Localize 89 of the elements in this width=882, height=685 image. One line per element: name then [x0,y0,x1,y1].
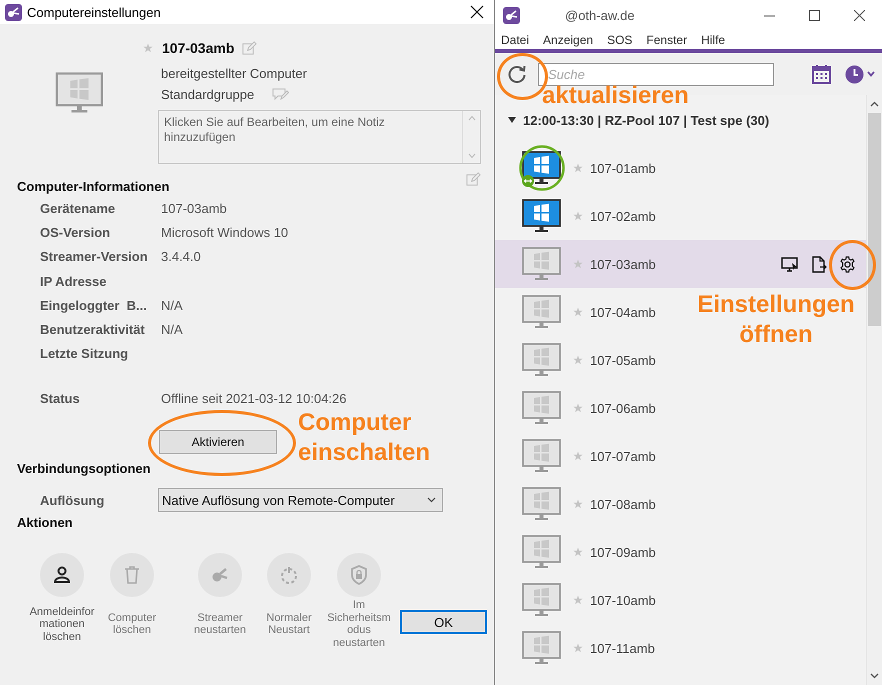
computer-name[interactable]: 107-11amb [590,640,655,656]
field-value: 107-03amb [161,200,227,216]
scrollbar[interactable] [866,95,882,685]
action-label: Normaler Neustart [266,610,312,638]
computer-name[interactable]: 107-01amb [590,160,656,176]
highlight-ellipse [829,240,876,290]
star-icon[interactable] [573,355,583,365]
edit-icon[interactable] [242,40,258,56]
star-icon[interactable] [573,451,583,461]
field-label: Eingeloggter B... [40,298,148,313]
field-label: Benutzeraktivität [40,322,146,338]
chevron-down-icon [427,497,436,504]
menu-item[interactable]: Fenster [646,32,694,46]
file-transfer-icon[interactable] [810,256,827,272]
section-heading: Aktionen [17,514,73,530]
remote-screen-icon[interactable] [781,256,798,272]
field-label: OS-Version [40,224,112,240]
activate-button[interactable]: Aktivieren [159,430,277,454]
star-icon[interactable] [573,163,583,173]
settings-icon[interactable] [839,256,856,272]
computer-name[interactable]: 107-02amb [590,208,656,224]
monitor-icon [519,145,565,191]
annotation-text: Einstellungen öffnen [696,290,856,350]
app-icon [503,6,520,24]
refresh-icon[interactable] [507,64,527,84]
section-heading: Verbindungsoptionen [17,460,151,476]
field-value: Offline seit 2021-03-12 10:04:26 [161,390,347,406]
ok-button[interactable]: OK [400,610,487,634]
collapse-triangle-icon[interactable] [508,116,516,124]
computer-name: 107-03amb [162,40,234,56]
field-label: Streamer-Version [40,249,149,264]
scroll-up-icon[interactable] [870,101,879,107]
star-icon[interactable] [573,211,583,221]
field-value: Microsoft Windows 10 [161,224,288,240]
chevron-down-icon[interactable] [867,71,875,77]
star-icon[interactable] [573,547,583,557]
star-icon[interactable] [573,259,583,269]
star-icon[interactable] [143,43,153,53]
star-icon[interactable] [573,643,583,653]
computer-name[interactable]: 107-05amb [590,352,656,368]
close-icon[interactable] [470,5,484,19]
menu-item[interactable]: Datei [501,32,536,46]
menu-item[interactable]: Anzeigen [543,32,600,46]
close-icon[interactable] [854,10,865,20]
clock-icon[interactable] [845,64,864,84]
resolution-dropdown[interactable]: Native Auflösung von Remote-Computer [158,488,443,512]
field-label: IP Adresse [40,274,108,289]
comment-edit-icon[interactable] [272,88,290,100]
computer-name[interactable]: 107-08amb [590,496,656,512]
computer-name[interactable]: 107-04amb [590,304,656,320]
search-field[interactable]: Suche [538,62,774,86]
menu-item[interactable]: SOS [607,32,640,46]
group-heading[interactable]: 12:00-13:30 | RZ-Pool 107 | Test spe (30) [523,112,770,128]
scroll-down-icon[interactable] [870,673,879,679]
star-icon[interactable] [573,403,583,413]
star-icon[interactable] [573,595,583,605]
star-icon[interactable] [573,307,583,317]
action-button[interactable] [40,553,84,598]
field-label: Gerätename [40,200,116,216]
field-value: N/A [161,322,183,338]
field-label: Letzte Sitzung [40,346,130,362]
field-value: 3.4.4.0 [161,249,201,264]
computer-name[interactable]: 107-06amb [590,400,656,416]
edit-icon[interactable] [466,172,481,187]
annotation-text: Computer einschalten [298,408,430,468]
window-title: Computereinstellungen [27,4,162,20]
app-icon [5,4,22,20]
window-title: @oth-aw.de [565,8,636,22]
computer-name[interactable]: 107-07amb [590,448,656,464]
computer-name: 107-03amb [590,256,656,272]
maximize-icon[interactable] [809,10,820,20]
shield-lock-icon [348,564,370,586]
section-heading: Computer-Informationen [17,178,170,194]
action-label: Im Sicherheitsm odus neustarten [327,598,391,651]
action-label: Anmeldeinfor mationen löschen [30,604,94,645]
field-label: Auflösung [40,492,106,508]
field-label: Status [40,390,81,406]
power-icon [278,564,300,586]
calendar-icon[interactable] [812,64,831,84]
star-icon[interactable] [573,499,583,509]
group-name: Standardgruppe [161,86,254,102]
action-label: Computer löschen [108,610,156,638]
field-value: N/A [161,298,183,313]
computer-name[interactable]: 107-10amb [590,592,656,608]
computer-row[interactable]: 107-03amb [495,240,866,288]
computer-type: bereitgestellter Computer [161,66,307,80]
computer-name[interactable]: 107-09amb [590,544,656,560]
menu-item[interactable]: Hilfe [701,32,732,46]
action-label: Streamer neustarten [194,610,246,638]
